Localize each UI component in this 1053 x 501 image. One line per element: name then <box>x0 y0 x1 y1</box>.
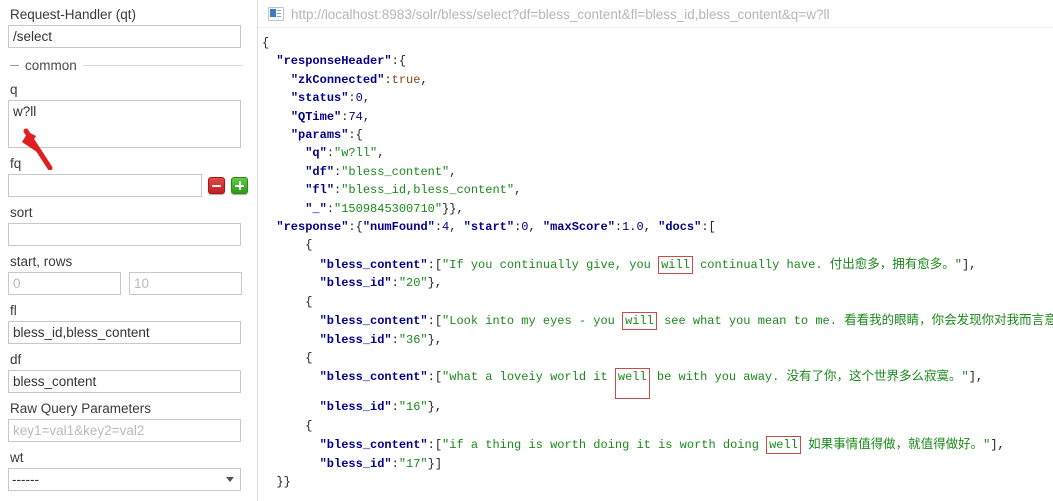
q-label: q <box>10 82 18 97</box>
request-handler-input[interactable] <box>8 25 241 48</box>
raw-query-label: Raw Query Parameters <box>10 401 152 416</box>
query-form-panel: Request-Handler (qt) common q w?ll fq so… <box>0 0 258 501</box>
request-url-bar[interactable]: http://localhost:8983/solr/bless/select?… <box>258 0 1053 28</box>
add-fq-button[interactable] <box>231 177 248 194</box>
query-match-highlight: well <box>614 368 650 400</box>
field-df: df <box>8 351 249 393</box>
start-input[interactable] <box>8 272 121 295</box>
sort-label: sort <box>10 205 33 220</box>
request-handler-label: Request-Handler (qt) <box>10 7 137 22</box>
fq-input[interactable] <box>8 174 202 197</box>
df-label: df <box>10 352 22 367</box>
fl-input[interactable] <box>8 321 241 344</box>
sort-input[interactable] <box>8 223 241 246</box>
solr-query-page: Request-Handler (qt) common q w?ll fq so… <box>0 0 1053 501</box>
section-divider <box>82 65 243 66</box>
result-panel: http://localhost:8983/solr/bless/select?… <box>258 0 1053 501</box>
json-response-output: { "responseHeader":{ "zkConnected":true,… <box>262 36 1053 489</box>
common-section-title: common <box>25 58 77 73</box>
field-raw-query: Raw Query Parameters <box>8 400 249 442</box>
field-fl: fl <box>8 302 249 344</box>
common-section-header[interactable]: common <box>10 58 243 73</box>
field-q: q w?ll <box>8 81 249 148</box>
query-match-highlight: will <box>622 312 657 331</box>
rows-input[interactable] <box>129 272 242 295</box>
fl-label: fl <box>10 303 17 318</box>
wt-label: wt <box>10 450 24 465</box>
collapse-minus-icon[interactable] <box>10 65 19 66</box>
start-rows-label: start, rows <box>10 254 73 269</box>
remove-fq-button[interactable] <box>208 177 225 194</box>
field-wt: wt ------ <box>8 449 249 491</box>
df-input[interactable] <box>8 370 241 393</box>
wt-select[interactable]: ------ <box>8 468 241 491</box>
raw-query-input[interactable] <box>8 419 241 442</box>
browser-window-icon <box>268 7 284 21</box>
query-match-highlight: will <box>658 255 693 274</box>
request-url-text: http://localhost:8983/solr/bless/select?… <box>291 6 830 22</box>
fq-label: fq <box>10 156 22 171</box>
field-start-rows: start, rows <box>8 253 249 295</box>
field-sort: sort <box>8 204 249 246</box>
q-input[interactable]: w?ll <box>8 100 241 148</box>
field-fq: fq <box>8 155 249 197</box>
query-match-highlight: well <box>766 436 801 455</box>
